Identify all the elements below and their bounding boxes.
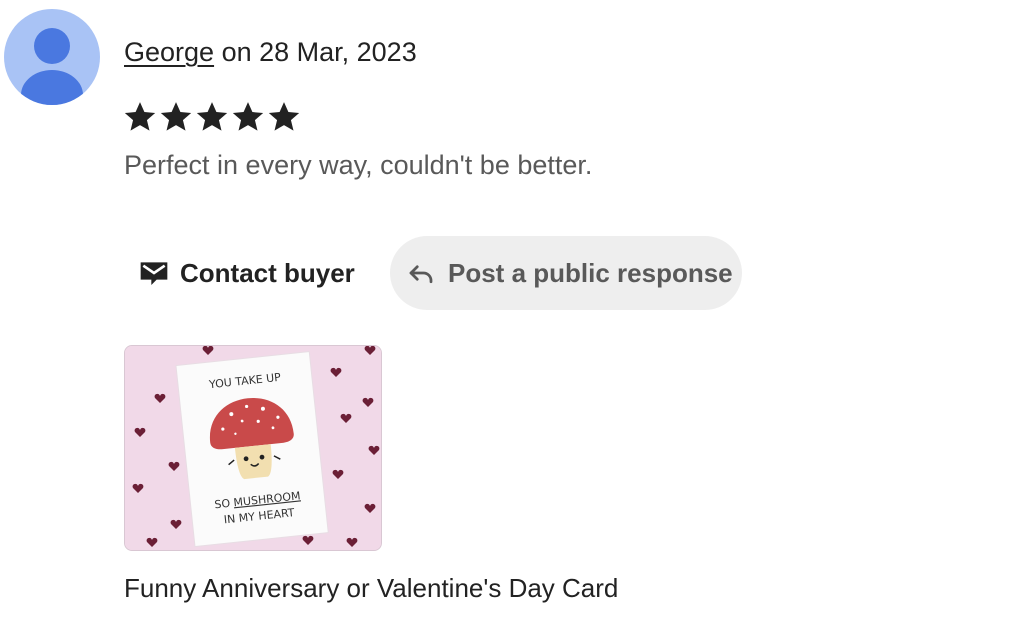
star-icon	[123, 100, 157, 134]
contact-buyer-label: Contact buyer	[180, 257, 355, 288]
review-card: George on 28 Mar, 2023 Perfect in every …	[0, 0, 1028, 618]
product-title-link[interactable]: Funny Anniversary or Valentine's Day Car…	[124, 570, 618, 606]
reply-arrow-icon	[406, 258, 436, 288]
review-text: Perfect in every way, couldn't be better…	[124, 150, 593, 180]
reviewer-name-link[interactable]: George	[124, 37, 214, 67]
review-date: on 28 Mar, 2023	[214, 37, 417, 67]
star-icon	[159, 100, 193, 134]
contact-buyer-button[interactable]: Contact buyer	[122, 236, 371, 310]
star-icon	[231, 100, 265, 134]
reviewer-avatar[interactable]	[4, 9, 100, 105]
envelope-message-icon	[138, 257, 170, 289]
star-icon	[195, 100, 229, 134]
user-avatar-icon	[21, 28, 83, 105]
review-meta: George on 28 Mar, 2023	[124, 34, 417, 70]
post-public-response-button[interactable]: Post a public response	[390, 236, 742, 310]
star-rating	[123, 100, 301, 134]
post-public-response-label: Post a public response	[448, 257, 733, 288]
star-icon	[267, 100, 301, 134]
product-image[interactable]: YOU TAKE UP SO MUSHROOM IN MY HEART	[124, 345, 382, 551]
